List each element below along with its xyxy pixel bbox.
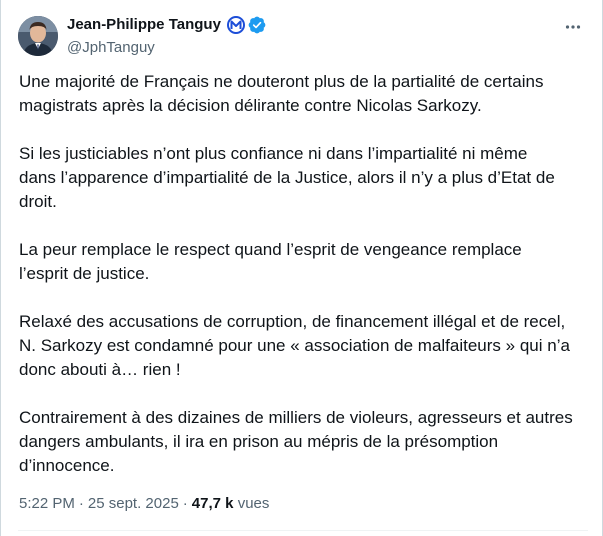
tweet-paragraph: Si les justiciables n’ont plus confiance… (19, 144, 555, 211)
tweet-paragraph: Une majorité de Français ne douteront pl… (19, 72, 544, 115)
tweet-paragraph: Contrairement à des dizaines de milliers… (19, 408, 573, 475)
party-logo-icon[interactable] (226, 16, 245, 34)
author-handle[interactable]: @JphTanguy (67, 38, 266, 58)
author-display-name[interactable]: Jean-Philippe Tanguy (67, 15, 221, 35)
author-names: Jean-Philippe Tanguy @JphTanguy (67, 14, 266, 58)
divider (18, 530, 588, 531)
tweet-date[interactable]: 25 sept. 2025 (88, 495, 179, 512)
tweet-paragraph: Relaxé des accusations de corruption, de… (19, 312, 570, 379)
tweet-card: Jean-Philippe Tanguy @JphTanguy Une majo… (0, 0, 603, 536)
meta-separator: · (78, 495, 84, 512)
meta-separator: · (182, 495, 188, 512)
more-horizontal-icon[interactable] (562, 16, 584, 38)
verified-badge-icon[interactable] (248, 16, 266, 34)
tweet-paragraph: La peur remplace le respect quand l’espr… (19, 240, 522, 283)
avatar[interactable] (18, 16, 58, 56)
views-label: vues (237, 495, 270, 512)
views-count[interactable]: 47,7 k (192, 495, 234, 512)
tweet-time[interactable]: 5:22 PM (19, 495, 75, 512)
tweet-meta: 5:22 PM · 25 sept. 2025 · 47,7 k vues (19, 494, 269, 514)
tweet-text: Une majorité de Français ne douteront pl… (19, 70, 588, 478)
tweet-header: Jean-Philippe Tanguy @JphTanguy (18, 14, 588, 58)
